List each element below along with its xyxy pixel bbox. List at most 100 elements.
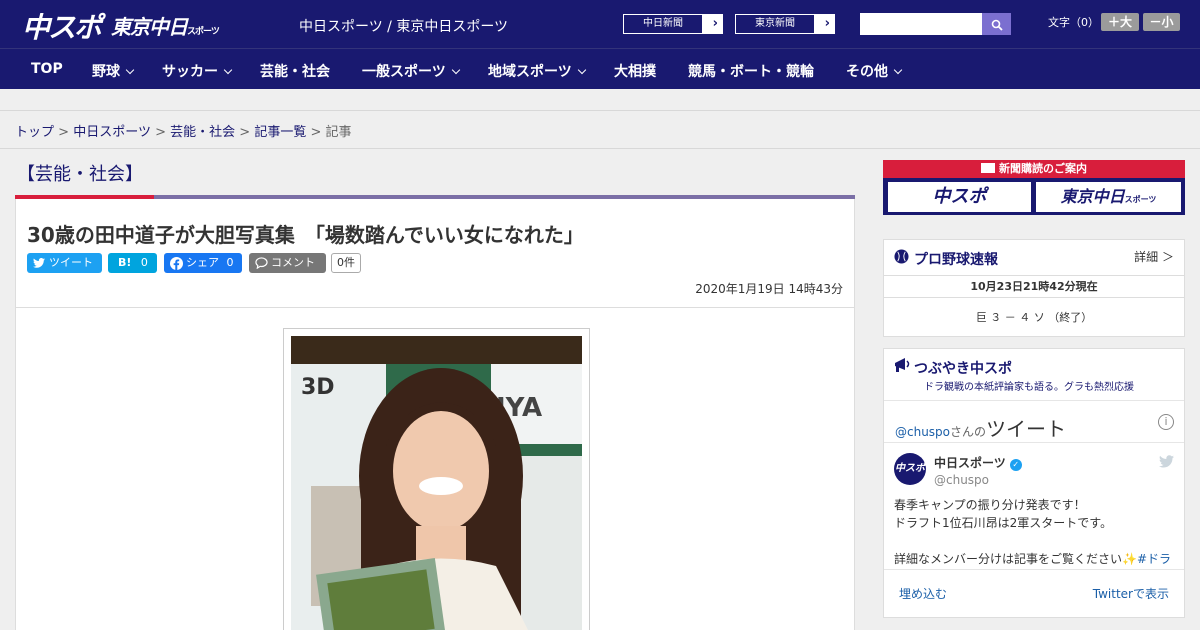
tweet-account-name[interactable]: 中日スポーツ ✓ — [934, 454, 1022, 471]
nav-item-top[interactable]: TOP — [31, 61, 63, 77]
breadcrumb-entertainment[interactable]: 芸能・社会 — [170, 125, 235, 140]
comment-label: コメント — [271, 256, 315, 269]
paper-link-label: 中日新聞 — [623, 14, 703, 34]
twitter-heading-big: ツイート — [986, 417, 1067, 441]
facebook-icon — [170, 253, 183, 276]
baseball-detail-link[interactable]: 詳細 ＞ — [1134, 248, 1174, 265]
main-nav: TOP 野球 サッカー 芸能・社会 一般スポーツ 地域スポーツ 大相撲 競馬・ボ… — [0, 48, 1200, 89]
baseball-updated-time: 10月23日21時42分現在 — [884, 275, 1184, 298]
nav-item-label: 一般スポーツ — [362, 64, 446, 80]
subscription-title-text: 新聞購読のご案内 — [999, 162, 1087, 175]
breadcrumb-separator: > — [239, 125, 251, 140]
baseball-title: プロ野球速報 — [914, 252, 998, 268]
twitter-widget-title: つぶやき中スポ — [914, 361, 1012, 377]
breadcrumb-divider — [0, 148, 1200, 149]
hatena-icon: B! — [118, 256, 132, 269]
chevron-down-icon — [577, 65, 586, 75]
twitter-widget-subtitle: ドラ観戦の本紙評論家も語る。グラも熱烈応援 — [924, 382, 1134, 393]
tweet-line: 春季キャンプの振り分け発表です！ — [894, 498, 1086, 512]
chevron-down-icon — [451, 65, 460, 75]
subscription-tokyo-link[interactable]: 東京中日スポーツ — [1036, 182, 1181, 212]
view-on-twitter-link[interactable]: Twitterで表示 — [1093, 585, 1169, 602]
search-button[interactable] — [982, 13, 1011, 35]
svg-text:3D: 3D — [301, 375, 335, 400]
tweet-account-handle[interactable]: @chuspo — [934, 473, 989, 487]
info-icon[interactable]: i — [1158, 414, 1174, 430]
nav-item-label: TOP — [31, 61, 63, 77]
twitter-bird-icon[interactable] — [1159, 454, 1174, 472]
facebook-share-button[interactable]: シェア 0 — [164, 253, 242, 273]
article-divider — [16, 307, 854, 308]
comment-button[interactable]: コメント — [249, 253, 326, 273]
top-bar: 中スポ 東京中日スポーツ 中日スポーツ / 東京中日スポーツ 中日新聞 › 東京… — [0, 0, 1200, 48]
chevron-down-icon — [893, 65, 903, 75]
speech-bubble-icon — [255, 253, 268, 275]
facebook-count: 0 — [226, 256, 234, 269]
font-size-up-button[interactable]: ＋大 — [1101, 13, 1139, 31]
nav-item-label: 競馬・ボート・競輪 — [688, 64, 814, 80]
paper-link-label: 東京新聞 — [735, 14, 815, 34]
article-container: 30歳の田中道子が大胆写真集 「場数踏んでいい女になれた」 ツイート B! 0 … — [15, 199, 855, 630]
chevron-down-icon — [125, 65, 135, 75]
article-photo-frame[interactable]: 3D IYA — [283, 328, 590, 630]
baseball-score[interactable]: 巨 ３ － ４ ソ （終了） — [884, 309, 1184, 325]
facebook-share-label: シェア — [186, 256, 219, 269]
embed-link[interactable]: 埋め込む — [899, 585, 947, 602]
nav-item-label: 大相撲 — [614, 64, 656, 80]
breadcrumb-chunichi-sports[interactable]: 中日スポーツ — [73, 125, 151, 140]
nav-item-label: 芸能・社会 — [260, 64, 330, 80]
breadcrumb: トップ > 中日スポーツ > 芸能・社会 > 記事一覧 > 記事 — [15, 121, 352, 140]
tokyo-shimbun-link[interactable]: 東京新聞 › — [734, 13, 836, 35]
site-title[interactable]: 中日スポーツ / 東京中日スポーツ — [299, 16, 508, 36]
tweet-line: 詳細なメンバー分けは記事をご覧ください✨#ドラ — [894, 550, 1179, 568]
search-input[interactable] — [860, 13, 982, 35]
breadcrumb-top[interactable]: トップ — [15, 125, 54, 140]
tweet-text: 春季キャンプの振り分け発表です！ ドラフト1位石川昂は2軍スタートです。 詳細な… — [894, 496, 1179, 568]
chunichi-shimbun-link[interactable]: 中日新聞 › — [622, 13, 724, 35]
chevron-down-icon — [223, 65, 233, 75]
nav-item-entertainment[interactable]: 芸能・社会 — [260, 61, 330, 81]
nav-item-label: その他 — [846, 64, 888, 80]
chevron-right-icon: › — [712, 16, 718, 31]
twitter-handle-link[interactable]: @chuspo — [895, 425, 950, 439]
nav-item-baseball[interactable]: 野球 — [92, 61, 135, 81]
subscription-tokyo-text: 東京中日 — [1060, 187, 1125, 206]
tweet-account-name-text: 中日スポーツ — [934, 456, 1006, 470]
subscription-banner[interactable]: 新聞購読のご案内 中スポ 東京中日スポーツ — [883, 160, 1185, 215]
twitter-widget-footer: 埋め込む Twitterで表示 — [884, 569, 1184, 619]
twitter-timeline-header: @chuspoさんのツイート i — [884, 400, 1184, 443]
photo-illustration: 3D IYA — [291, 336, 582, 630]
nav-item-general-sports[interactable]: 一般スポーツ — [362, 61, 460, 81]
twitter-icon — [33, 253, 45, 274]
tokyo-logo-small: スポーツ — [187, 27, 220, 37]
subscription-chuspo-link[interactable]: 中スポ — [888, 182, 1031, 212]
twitter-timeline-heading: @chuspoさんのツイート — [895, 413, 1066, 442]
nav-item-sumo[interactable]: 大相撲 — [614, 61, 656, 81]
hatena-bookmark-button[interactable]: B! 0 — [108, 253, 157, 273]
tweet-hashtag[interactable]: ✨#ドラ — [1122, 552, 1171, 566]
font-size-down-button[interactable]: －小 — [1143, 13, 1180, 31]
chuspo-logo[interactable]: 中スポ — [22, 6, 102, 46]
nav-item-label: 野球 — [92, 64, 120, 80]
breadcrumb-separator: > — [58, 125, 70, 140]
subscription-tokyo-small: スポーツ — [1124, 195, 1157, 204]
nav-item-local-sports[interactable]: 地域スポーツ — [488, 61, 586, 81]
search-icon — [991, 19, 1003, 31]
twitter-handle-suffix: さんの — [950, 425, 987, 439]
comment-count-badge: 0件 — [331, 253, 361, 273]
nav-item-label: 地域スポーツ — [488, 64, 572, 80]
breadcrumb-article-list[interactable]: 記事一覧 — [254, 125, 306, 140]
tweet-line-text: 詳細なメンバー分けは記事をご覧ください — [894, 552, 1123, 566]
nav-item-other[interactable]: その他 — [846, 61, 903, 81]
tweet-button[interactable]: ツイート — [27, 253, 102, 273]
breadcrumb-current: 記事 — [325, 125, 352, 140]
twitter-widget: つぶやき中スポ ドラ観戦の本紙評論家も語る。グラも熱烈応援 @chuspoさんの… — [883, 348, 1185, 618]
tokyo-chunichi-logo[interactable]: 東京中日スポーツ — [111, 11, 220, 40]
nav-item-label: サッカー — [162, 64, 218, 80]
chevron-right-icon: › — [824, 16, 830, 31]
nav-item-soccer[interactable]: サッカー — [162, 61, 233, 81]
avatar[interactable]: 中スポ — [894, 453, 926, 485]
nav-item-racing[interactable]: 競馬・ボート・競輪 — [688, 61, 814, 81]
newspaper-icon — [981, 163, 995, 173]
breadcrumb-separator: > — [155, 125, 166, 140]
